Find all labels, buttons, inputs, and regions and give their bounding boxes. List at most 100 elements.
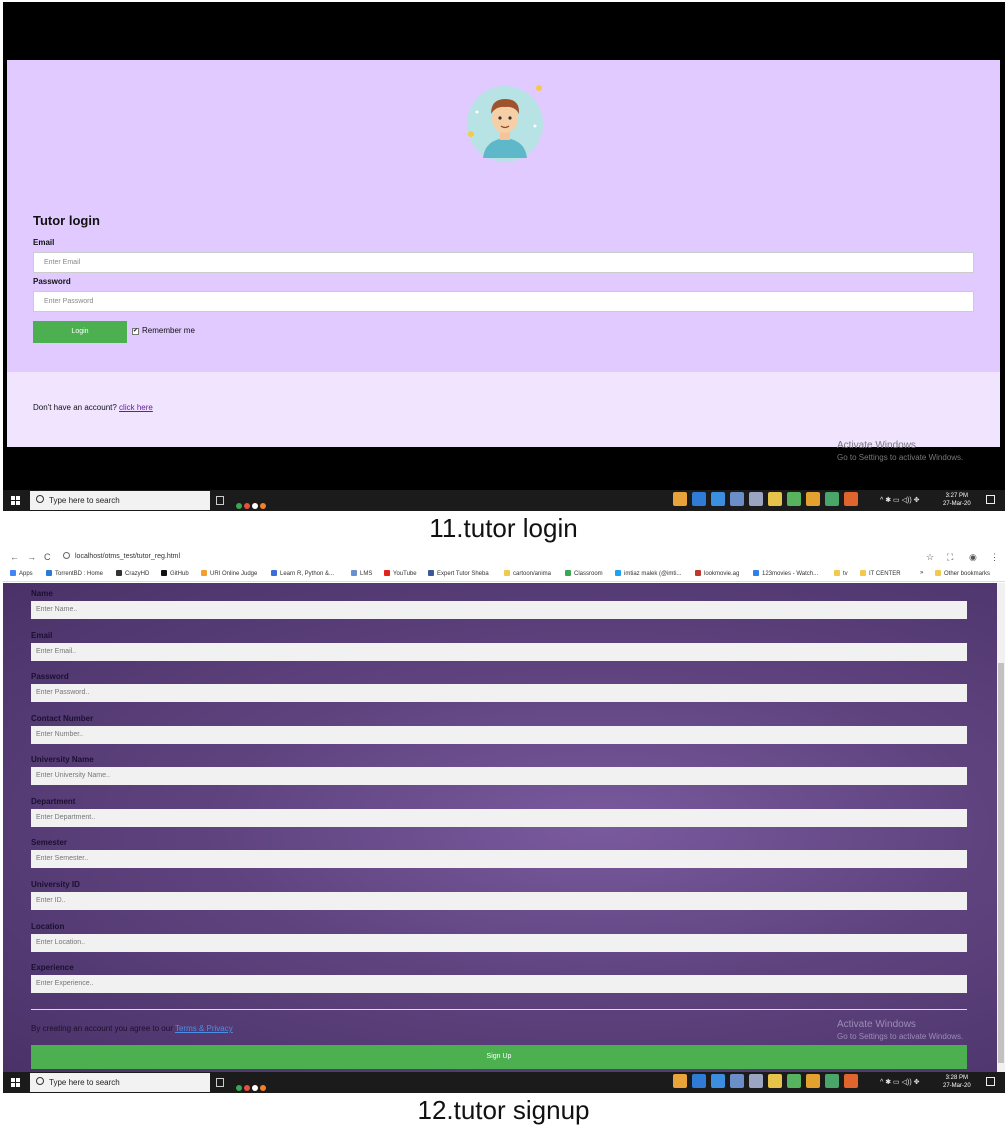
bookmark-item[interactable]: URI Online Judge [201, 570, 257, 577]
app-icon[interactable] [252, 1085, 258, 1091]
app-icon[interactable] [692, 1074, 706, 1088]
name-field[interactable]: Enter Name.. [31, 601, 967, 619]
taskbar-search-input[interactable]: Type here to search [30, 491, 210, 510]
name-label: Name [31, 589, 53, 598]
app-icon[interactable] [244, 1085, 250, 1091]
email-label: Email [33, 238, 55, 247]
app-icon[interactable] [806, 1074, 820, 1088]
forward-icon[interactable]: → [27, 552, 36, 562]
app-icon[interactable] [787, 492, 801, 506]
bookmarks-overflow[interactable]: » [920, 570, 923, 576]
bookmark-item[interactable]: Apps [10, 570, 33, 577]
experience-label: Experience [31, 963, 74, 972]
signup-button[interactable]: Sign Up [31, 1045, 967, 1069]
terms-link[interactable]: Terms & Privacy [175, 1024, 233, 1033]
email-field[interactable]: Enter Email [33, 252, 974, 273]
bookmark-item[interactable]: Expert Tutor Sheba [428, 570, 489, 577]
bookmark-item[interactable]: 123movies - Watch... [753, 570, 818, 577]
app-icon[interactable] [730, 492, 744, 506]
app-icon[interactable] [260, 1085, 266, 1091]
semester-field[interactable]: Enter Semester.. [31, 850, 967, 868]
password-field[interactable]: Enter Password.. [31, 684, 967, 702]
bookmark-star-icon[interactable]: ☆ [926, 552, 934, 563]
scrollbar[interactable] [997, 583, 1005, 1072]
bookmark-item[interactable]: GitHub [161, 570, 189, 577]
scrollbar-thumb[interactable] [998, 663, 1004, 1063]
windows-start-icon[interactable] [11, 496, 20, 505]
bookmark-label: cartoon/anima [513, 571, 552, 577]
taskbar-search-input[interactable]: Type here to search [30, 1073, 210, 1092]
university-name-field[interactable]: Enter University Name.. [31, 767, 967, 785]
bookmark-item[interactable]: tv [834, 570, 848, 577]
taskbar-clock[interactable]: 3:27 PM 27-Mar-20 [943, 492, 971, 508]
bookmark-item[interactable]: IT CENTER [860, 570, 901, 577]
task-view-icon[interactable] [216, 1078, 224, 1087]
bookmark-item[interactable]: Classroom [565, 570, 603, 577]
bookmark-item[interactable]: TorrentBD : Home [46, 570, 103, 577]
menu-icon[interactable]: ⋮ [990, 552, 999, 563]
app-icon[interactable] [692, 492, 706, 506]
system-tray-icons[interactable]: ^ ✱ ▭ ◁)) ✥ [880, 496, 919, 504]
bookmark-item[interactable]: YouTube [384, 570, 417, 577]
chrome-icon[interactable] [673, 492, 687, 506]
bookmark-label: GitHub [170, 571, 189, 577]
app-icon[interactable] [730, 1074, 744, 1088]
app-icon[interactable] [825, 1074, 839, 1088]
location-field[interactable]: Enter Location.. [31, 934, 967, 952]
contact-number-field[interactable]: Enter Number.. [31, 726, 967, 744]
task-view-icon[interactable] [216, 496, 224, 505]
university-id-label: University ID [31, 880, 80, 889]
extension-icon[interactable]: ⛶ [947, 552, 953, 563]
notification-icon[interactable] [986, 1077, 995, 1086]
profile-icon[interactable]: ◉ [969, 552, 977, 563]
clock-date: 27-Mar-20 [943, 1083, 971, 1089]
url-text: localhost/otms_test/tutor_reg.html [75, 553, 181, 560]
password-field[interactable]: Enter Password [33, 291, 974, 312]
notification-icon[interactable] [986, 495, 995, 504]
bookmark-item[interactable]: LMS [351, 570, 372, 577]
app-icon[interactable] [749, 492, 763, 506]
bookmark-item[interactable]: Other bookmarks [935, 570, 990, 577]
department-field[interactable]: Enter Department.. [31, 809, 967, 827]
info-icon [63, 552, 70, 559]
firefox-icon[interactable] [844, 492, 858, 506]
signup-link[interactable]: click here [119, 403, 153, 412]
app-icon[interactable] [825, 492, 839, 506]
folder-icon[interactable] [768, 492, 782, 506]
app-icon[interactable] [236, 503, 242, 509]
watermark-title: Activate Windows [837, 440, 916, 451]
remember-checkbox[interactable]: ✔ [132, 328, 139, 335]
app-icon[interactable] [244, 503, 250, 509]
caption-signup: 12.tutor signup [417, 1095, 590, 1125]
mail-icon[interactable] [711, 1074, 725, 1088]
bookmark-item[interactable]: lookmovie.ag [695, 570, 739, 577]
reload-icon[interactable]: C [44, 552, 51, 562]
url-field[interactable]: localhost/otms_test/tutor_reg.html [63, 552, 180, 560]
bookmark-item[interactable]: Learn R, Python &... [271, 570, 334, 577]
experience-field[interactable]: Enter Experience.. [31, 975, 967, 993]
caption-login: 11.tutor login [429, 513, 578, 543]
taskbar-clock[interactable]: 3:28 PM 27-Mar-20 [943, 1074, 971, 1090]
back-icon[interactable]: ← [10, 552, 19, 562]
university-id-field[interactable]: Enter ID.. [31, 892, 967, 910]
app-icon[interactable] [252, 503, 258, 509]
firefox-icon[interactable] [844, 1074, 858, 1088]
folder-icon[interactable] [768, 1074, 782, 1088]
bookmark-label: URI Online Judge [210, 571, 258, 577]
app-icon[interactable] [806, 492, 820, 506]
mail-icon[interactable] [711, 492, 725, 506]
app-icon[interactable] [749, 1074, 763, 1088]
system-tray-icons[interactable]: ^ ✱ ▭ ◁)) ✥ [880, 1078, 919, 1086]
bookmark-item[interactable]: cartoon/anima [504, 570, 551, 577]
app-icon[interactable] [260, 503, 266, 509]
windows-start-icon[interactable] [11, 1078, 20, 1087]
app-icon[interactable] [236, 1085, 242, 1091]
bookmark-item[interactable]: CrazyHD [116, 570, 149, 577]
login-button[interactable]: Login [33, 321, 127, 343]
app-icon[interactable] [787, 1074, 801, 1088]
bookmark-item[interactable]: imtiaz malek (@imti... [615, 570, 681, 577]
chrome-icon[interactable] [673, 1074, 687, 1088]
bookmark-label: Other bookmarks [944, 571, 991, 577]
email-field[interactable]: Enter Email.. [31, 643, 967, 661]
signup-prompt-text: Don't have an account? [33, 403, 117, 412]
